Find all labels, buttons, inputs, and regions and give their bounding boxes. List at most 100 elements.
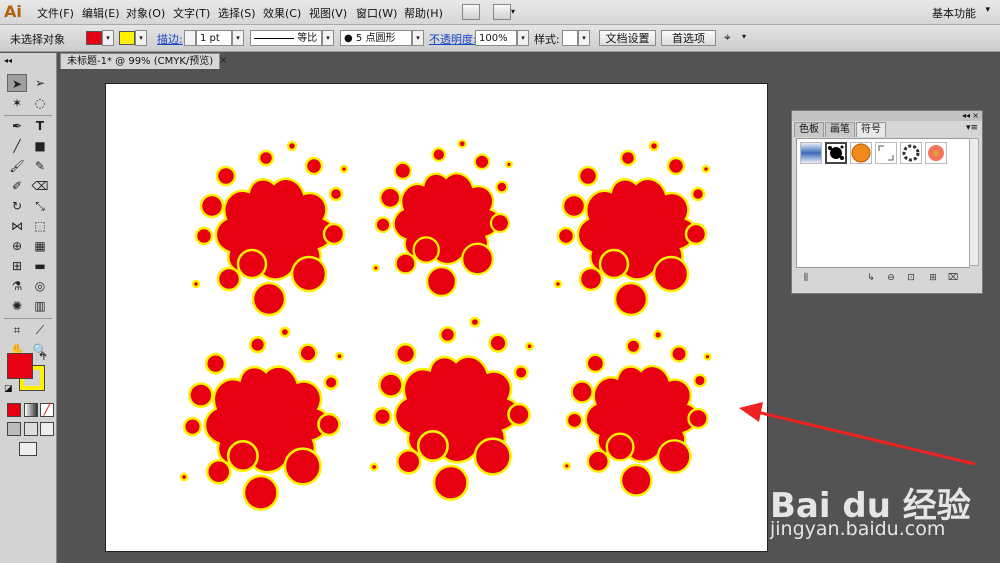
pencil-tool-icon[interactable]: ✎ bbox=[30, 157, 50, 175]
blend-tool-icon[interactable]: ◎ bbox=[30, 277, 50, 295]
width-tool-icon[interactable]: ⋈ bbox=[7, 217, 27, 235]
panel-collapse-icon[interactable]: ◂◂ bbox=[962, 111, 970, 120]
selection-tool-icon[interactable]: ➤ bbox=[7, 74, 27, 92]
menu-object[interactable]: 对象(O) bbox=[126, 5, 165, 21]
splatter-1 bbox=[191, 140, 349, 317]
arrange-chevron-icon[interactable]: ▾ bbox=[511, 7, 515, 16]
menu-window[interactable]: 窗口(W) bbox=[356, 5, 397, 21]
pen-tool-icon[interactable]: ✒ bbox=[7, 117, 27, 135]
lasso-tool-icon[interactable]: ◌ bbox=[30, 94, 50, 112]
menu-file[interactable]: 文件(F) bbox=[37, 5, 74, 21]
menu-type[interactable]: 文字(T) bbox=[173, 5, 210, 21]
draw-normal-icon[interactable] bbox=[7, 422, 21, 436]
tab-symbols[interactable]: 符号 bbox=[856, 122, 886, 137]
symbol-options-icon[interactable]: ⊡ bbox=[905, 272, 917, 284]
stroke-profile-field[interactable]: 等比 bbox=[250, 30, 322, 46]
control-panel-menu-icon[interactable]: ▾ bbox=[742, 32, 746, 48]
preferences-button[interactable]: 首选项 bbox=[661, 30, 716, 46]
break-link-icon[interactable]: ⊖ bbox=[885, 272, 897, 284]
workspace-chevron-icon[interactable]: ▾ bbox=[985, 5, 990, 15]
panel-menu-icon[interactable]: ▾≡ bbox=[966, 123, 978, 133]
eraser-tool-icon[interactable]: ⌫ bbox=[30, 177, 50, 195]
artboard[interactable] bbox=[105, 83, 768, 552]
symbol-ink-splat[interactable] bbox=[825, 142, 847, 164]
rectangle-tool-icon[interactable]: ■ bbox=[30, 137, 50, 155]
stroke-weight-field[interactable]: 1 pt bbox=[196, 30, 232, 46]
menu-view[interactable]: 视图(V) bbox=[309, 5, 347, 21]
stroke-profile-dropdown[interactable]: ▾ bbox=[322, 30, 334, 46]
document-tab[interactable]: 未标题-1* @ 99% (CMYK/预览) bbox=[60, 53, 221, 69]
fill-dropdown[interactable]: ▾ bbox=[102, 30, 114, 46]
blob-brush-tool-icon[interactable]: ✐ bbox=[7, 177, 27, 195]
fill-color-box-front[interactable] bbox=[7, 353, 33, 379]
tools-collapse-icon[interactable]: ◂◂ bbox=[4, 56, 12, 65]
graphic-style-swatch[interactable] bbox=[562, 30, 578, 46]
draw-behind-icon[interactable] bbox=[24, 422, 38, 436]
fill-swatch[interactable] bbox=[86, 31, 102, 45]
new-symbol-icon[interactable]: ⊞ bbox=[927, 272, 939, 284]
mesh-tool-icon[interactable]: ⊞ bbox=[7, 257, 27, 275]
workspace-switcher[interactable]: 基本功能 bbox=[932, 5, 976, 21]
menu-edit[interactable]: 编辑(E) bbox=[82, 5, 120, 21]
place-symbol-icon[interactable]: ↳ bbox=[865, 272, 877, 284]
panel-title-bar[interactable]: ◂◂ × bbox=[792, 111, 982, 121]
stroke-weight-dropdown[interactable]: ▾ bbox=[232, 30, 244, 46]
menu-select[interactable]: 选择(S) bbox=[218, 5, 256, 21]
splatter-6 bbox=[562, 329, 712, 497]
stroke-swatch[interactable] bbox=[119, 31, 135, 45]
gradient-mode-icon[interactable] bbox=[24, 403, 38, 417]
document-setup-button[interactable]: 文档设置 bbox=[599, 30, 656, 46]
eyedropper-tool-icon[interactable]: ⚗ bbox=[7, 277, 27, 295]
paintbrush-tool-icon[interactable]: 🖌 bbox=[7, 157, 27, 175]
app-logo: Ai bbox=[4, 2, 22, 21]
tab-swatches[interactable]: 色板 bbox=[794, 122, 824, 137]
slice-tool-icon[interactable]: ⟋ bbox=[30, 321, 50, 339]
symbols-scrollbar[interactable] bbox=[969, 138, 979, 266]
stroke-label[interactable]: 描边: bbox=[157, 31, 183, 47]
default-colors-icon[interactable]: ◪ bbox=[4, 384, 13, 394]
menu-effect[interactable]: 效果(C) bbox=[263, 5, 301, 21]
scale-tool-icon[interactable]: ⤡ bbox=[30, 197, 50, 215]
column-graph-tool-icon[interactable]: ▥ bbox=[30, 297, 50, 315]
perspective-grid-tool-icon[interactable]: ▦ bbox=[30, 237, 50, 255]
symbol-sprayer-tool-icon[interactable]: ✺ bbox=[7, 297, 27, 315]
delete-symbol-icon[interactable]: ⌧ bbox=[947, 272, 959, 284]
symbol-blue-bar[interactable] bbox=[800, 142, 822, 164]
type-tool-icon[interactable]: T bbox=[30, 117, 50, 135]
color-mode-icon[interactable] bbox=[7, 403, 21, 417]
arrange-documents-icon[interactable] bbox=[493, 4, 511, 20]
artboard-tool-icon[interactable]: ⌗ bbox=[7, 321, 27, 339]
symbol-orange-orb[interactable] bbox=[850, 142, 872, 164]
align-options-icon[interactable]: ⌖ bbox=[724, 30, 731, 46]
symbol-chain-ring[interactable] bbox=[900, 142, 922, 164]
opacity-dropdown[interactable]: ▾ bbox=[517, 30, 529, 46]
graphic-style-dropdown[interactable]: ▾ bbox=[578, 30, 590, 46]
opacity-label[interactable]: 不透明度: bbox=[429, 31, 477, 47]
bridge-icon[interactable] bbox=[462, 4, 480, 20]
direct-selection-tool-icon[interactable]: ➢ bbox=[30, 74, 50, 92]
stroke-dropdown[interactable]: ▾ bbox=[135, 30, 147, 46]
none-mode-icon[interactable]: ╱ bbox=[40, 403, 54, 417]
rotate-tool-icon[interactable]: ↻ bbox=[7, 197, 27, 215]
stroke-weight-stepper[interactable] bbox=[184, 30, 196, 46]
brush-dropdown[interactable]: ▾ bbox=[412, 30, 424, 46]
line-tool-icon[interactable]: ╱ bbox=[7, 137, 27, 155]
symbol-corner-frame[interactable] bbox=[875, 142, 897, 164]
stroke-profile-label: 等比 bbox=[297, 33, 318, 44]
swap-colors-icon[interactable]: ↰ bbox=[38, 352, 46, 363]
document-tab-close-icon[interactable]: × bbox=[219, 53, 227, 68]
magic-wand-tool-icon[interactable]: ✶ bbox=[7, 94, 27, 112]
screen-mode-icon[interactable] bbox=[19, 442, 37, 456]
brush-definition-field[interactable]: ● 5 点圆形 bbox=[340, 30, 412, 46]
menu-help[interactable]: 帮助(H) bbox=[404, 5, 443, 21]
symbol-flower[interactable] bbox=[925, 142, 947, 164]
opacity-field[interactable]: 100% bbox=[475, 30, 517, 46]
panel-close-icon[interactable]: × bbox=[972, 111, 979, 120]
free-transform-tool-icon[interactable]: ⬚ bbox=[30, 217, 50, 235]
draw-inside-icon[interactable] bbox=[40, 422, 54, 436]
tab-brushes[interactable]: 画笔 bbox=[825, 122, 855, 137]
document-tab-title: 未标题-1* @ 99% (CMYK/预览) bbox=[67, 56, 214, 67]
shape-builder-tool-icon[interactable]: ⊕ bbox=[7, 237, 27, 255]
gradient-tool-icon[interactable]: ▬ bbox=[30, 257, 50, 275]
symbol-libraries-icon[interactable]: ⫼ bbox=[800, 272, 812, 284]
